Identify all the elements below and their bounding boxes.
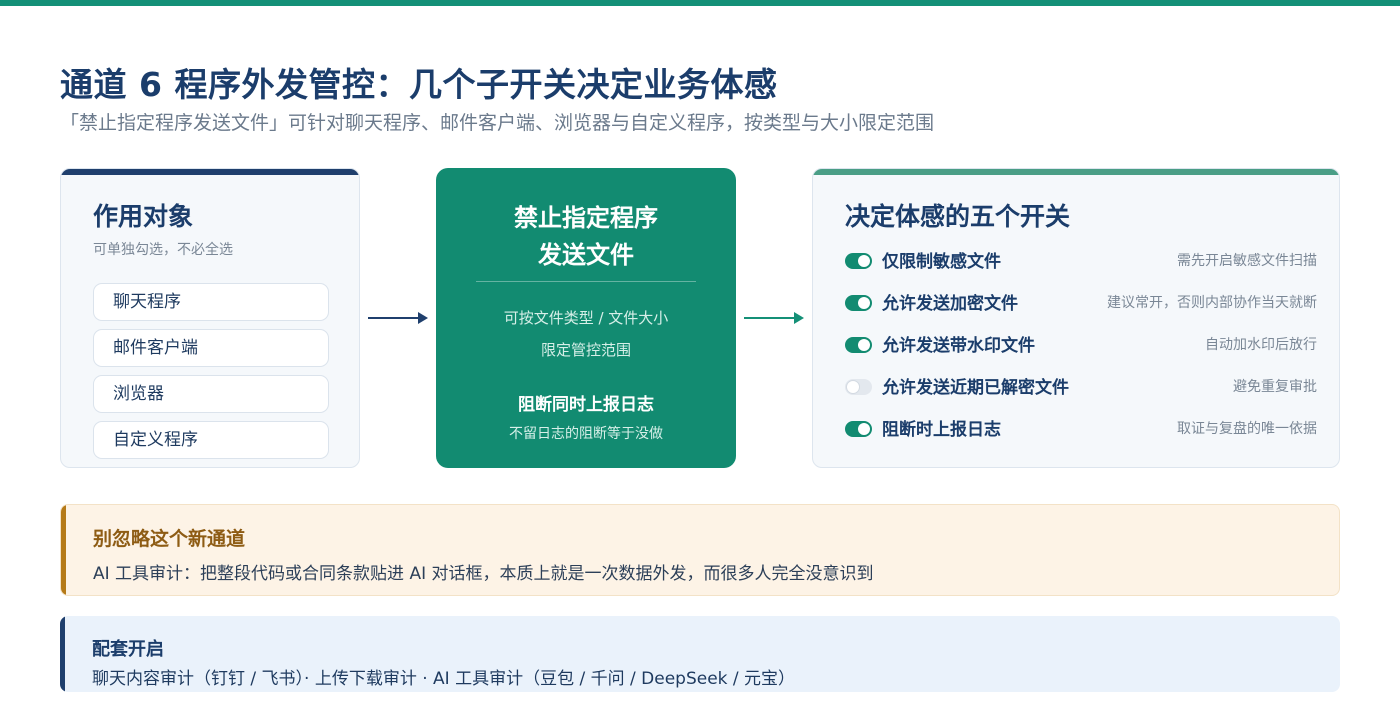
toggle-knob	[858, 423, 870, 435]
switch-row-allow-recently-decrypted: 允许发送近期已解密文件 避免重复审批	[845, 371, 1317, 401]
target-list: 聊天程序 邮件客户端 浏览器 自定义程序	[93, 283, 329, 467]
switch-desc: 自动加水印后放行	[1205, 337, 1317, 353]
arrow-right-icon	[368, 312, 428, 324]
switch-row-sensitive-only: 仅限制敏感文件 需先开启敏感文件扫描	[845, 245, 1317, 275]
targets-card: 作用对象 可单独勾选，不必全选 聊天程序 邮件客户端 浏览器 自定义程序	[60, 168, 360, 468]
companion-accent-bar	[60, 616, 65, 692]
toggle-switch[interactable]	[845, 253, 872, 269]
policy-divider	[476, 281, 696, 282]
switch-row-report-log: 阻断时上报日志 取证与复盘的唯一依据	[845, 413, 1317, 443]
companion-text: 聊天内容审计（钉钉 / 飞书）· 上传下载审计 · AI 工具审计（豆包 / 千…	[92, 669, 796, 689]
warning-callout: 别忽略这个新通道 AI 工具审计：把整段代码或合同条款贴进 AI 对话框，本质上…	[60, 504, 1340, 596]
toggle-knob	[858, 255, 870, 267]
companion-callout: 配套开启 聊天内容审计（钉钉 / 飞书）· 上传下载审计 · AI 工具审计（豆…	[60, 616, 1340, 692]
switch-desc: 避免重复审批	[1233, 379, 1317, 395]
policy-title-line2: 发送文件	[538, 241, 634, 269]
policy-log-title: 阻断同时上报日志	[518, 395, 654, 415]
switch-label: 允许发送加密文件	[882, 294, 1018, 314]
target-item-chat[interactable]: 聊天程序	[93, 283, 329, 321]
policy-log-note: 不留日志的阻断等于没做	[509, 426, 663, 442]
top-accent-bar	[0, 0, 1400, 6]
policy-card: 禁止指定程序 发送文件 可按文件类型 / 文件大小 限定管控范围 阻断同时上报日…	[436, 168, 736, 468]
switch-label: 阻断时上报日志	[882, 420, 1001, 440]
switch-desc: 需先开启敏感文件扫描	[1177, 253, 1317, 269]
target-item-browser[interactable]: 浏览器	[93, 375, 329, 413]
targets-card-accent	[61, 169, 359, 175]
target-item-email-client[interactable]: 邮件客户端	[93, 329, 329, 367]
switch-label: 允许发送带水印文件	[882, 336, 1035, 356]
toggle-switch[interactable]	[845, 421, 872, 437]
companion-title: 配套开启	[92, 639, 164, 660]
switch-row-allow-encrypted: 允许发送加密文件 建议常开，否则内部协作当天就断	[845, 287, 1317, 317]
switches-card-accent	[813, 169, 1339, 175]
policy-scope-line2: 限定管控范围	[540, 341, 631, 359]
target-item-custom-program[interactable]: 自定义程序	[93, 421, 329, 459]
targets-hint: 可单独勾选，不必全选	[93, 242, 233, 258]
warning-title: 别忽略这个新通道	[93, 528, 246, 550]
page-title: 通道 6 程序外发管控：几个子开关决定业务体感	[60, 65, 778, 104]
toggle-knob	[858, 339, 870, 351]
switch-desc: 取证与复盘的唯一依据	[1177, 421, 1317, 437]
targets-title: 作用对象	[93, 202, 194, 231]
toggle-knob	[847, 381, 859, 393]
policy-title-line1: 禁止指定程序	[514, 204, 658, 232]
switches-card: 决定体感的五个开关 仅限制敏感文件 需先开启敏感文件扫描 允许发送加密文件 建议…	[812, 168, 1340, 468]
warning-accent-bar	[61, 505, 66, 595]
toggle-switch[interactable]	[845, 379, 872, 395]
toggle-knob	[858, 297, 870, 309]
switch-label: 仅限制敏感文件	[882, 252, 1001, 272]
policy-scope-line1: 可按文件类型 / 文件大小	[503, 309, 669, 327]
warning-text: AI 工具审计：把整段代码或合同条款贴进 AI 对话框，本质上就是一次数据外发，…	[93, 564, 874, 584]
arrow-right-icon	[744, 312, 804, 324]
switch-label: 允许发送近期已解密文件	[882, 378, 1069, 398]
toggle-switch[interactable]	[845, 337, 872, 353]
page-subtitle: 「禁止指定程序发送文件」可针对聊天程序、邮件客户端、浏览器与自定义程序，按类型与…	[60, 112, 935, 134]
switch-row-allow-watermarked: 允许发送带水印文件 自动加水印后放行	[845, 329, 1317, 359]
toggle-switch[interactable]	[845, 295, 872, 311]
switches-title: 决定体感的五个开关	[845, 202, 1071, 231]
switch-desc: 建议常开，否则内部协作当天就断	[1107, 295, 1317, 311]
